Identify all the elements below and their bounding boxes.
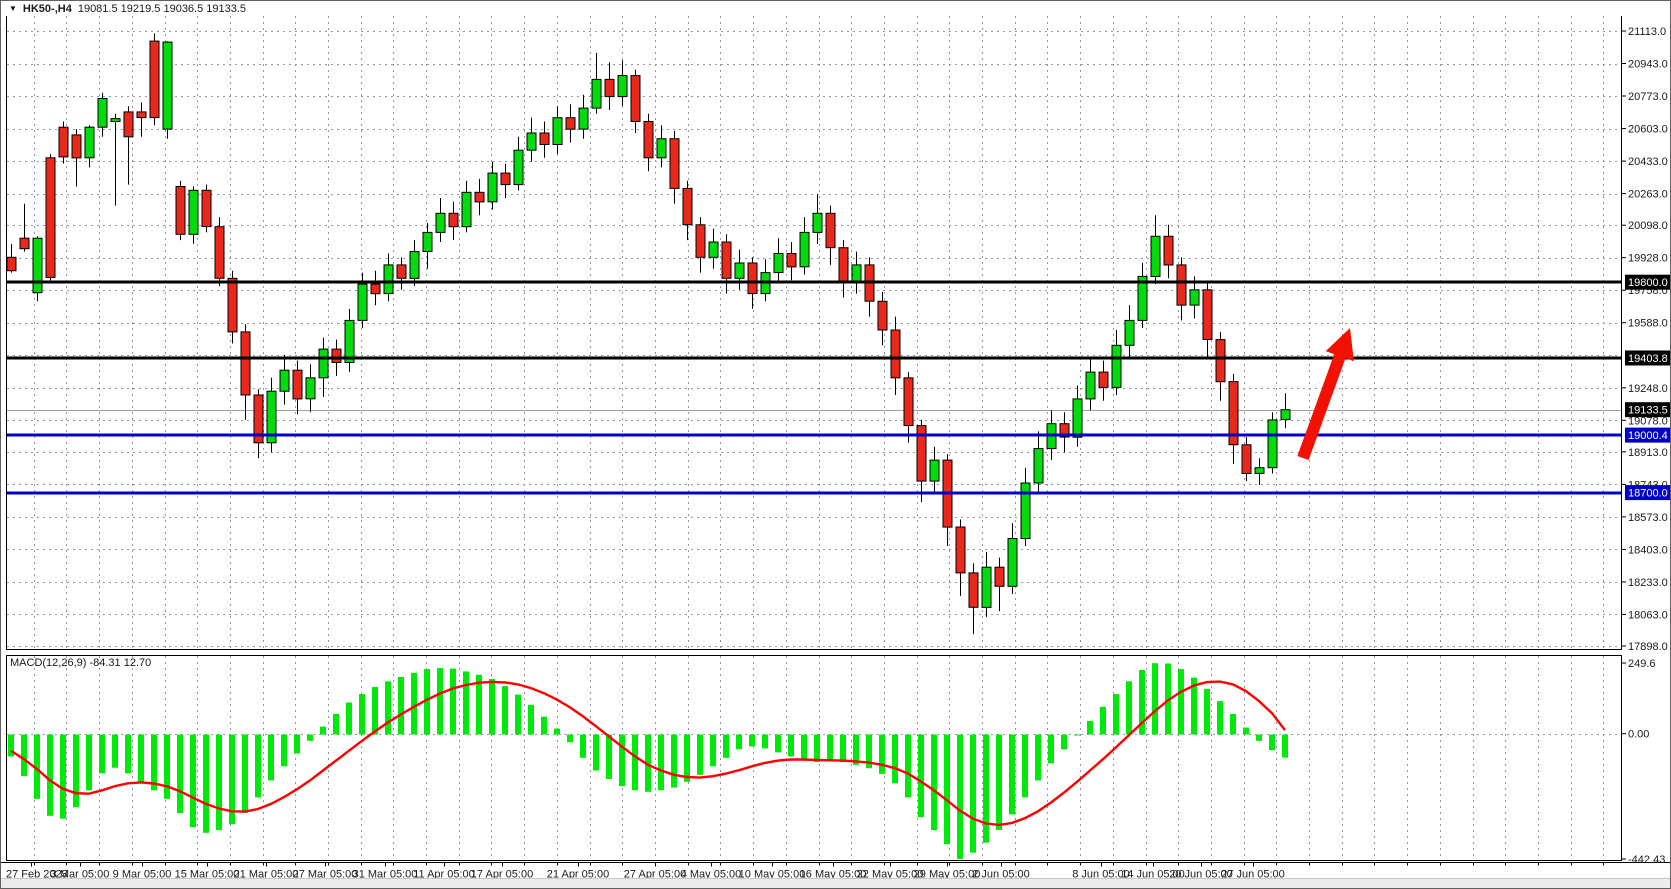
svg-text:20263.0: 20263.0	[1628, 189, 1668, 201]
svg-text:18700.0: 18700.0	[1628, 488, 1668, 500]
symbol-dropdown-icon[interactable]: ▼	[9, 5, 17, 13]
buy-signal-arrow[interactable]	[1303, 328, 1354, 458]
candlestick-chart-canvas[interactable]: 21113.0 20943.0 20773.0 20603.0 20433.0 20263…	[1, 1, 1671, 889]
svg-text:19800.0: 19800.0	[1628, 277, 1668, 289]
svg-text:20773.0: 20773.0	[1628, 91, 1668, 103]
svg-text:19000.4: 19000.4	[1628, 430, 1668, 442]
svg-text:19403.8: 19403.8	[1628, 353, 1668, 365]
macd-indicator-label: MACD(12,26,9) -84.31 12.70	[10, 657, 151, 669]
svg-text:21113.0: 21113.0	[1628, 26, 1666, 38]
svg-text:18403.0: 18403.0	[1628, 544, 1668, 556]
candlestick-layer	[7, 34, 1290, 635]
symbol-period-label: HK50-,H4	[23, 3, 72, 15]
window-footer-strip	[1, 878, 1670, 888]
pane-frames	[1, 16, 1671, 863]
svg-text:0.00: 0.00	[1628, 729, 1649, 741]
svg-text:249.6: 249.6	[1628, 658, 1656, 670]
svg-text:18573.0: 18573.0	[1628, 512, 1668, 524]
chart-window: ▼ HK50-,H4 19081.5 19219.5 19036.5 19133…	[0, 0, 1671, 889]
svg-text:20943.0: 20943.0	[1628, 59, 1668, 71]
svg-text:19248.0: 19248.0	[1628, 383, 1668, 395]
macd-axis[interactable]: 249.6 0.00 -442.43	[1621, 658, 1665, 866]
svg-text:19928.0: 19928.0	[1628, 253, 1668, 265]
grid-layer	[7, 16, 1621, 860]
macd-histogram-layer	[8, 663, 1288, 859]
svg-text:18233.0: 18233.0	[1628, 577, 1668, 589]
svg-text:20098.0: 20098.0	[1628, 220, 1668, 232]
svg-text:-442.43: -442.43	[1628, 854, 1665, 866]
chart-title-bar: ▼ HK50-,H4 19081.5 19219.5 19036.5 19133…	[1, 1, 1670, 16]
price-axis[interactable]: 21113.0 20943.0 20773.0 20603.0 20433.0 20263…	[1621, 26, 1668, 653]
svg-text:18913.0: 18913.0	[1628, 447, 1668, 459]
svg-text:19133.5: 19133.5	[1628, 405, 1668, 417]
svg-text:19588.0: 19588.0	[1628, 318, 1668, 330]
svg-text:18063.0: 18063.0	[1628, 609, 1668, 621]
svg-text:20433.0: 20433.0	[1628, 156, 1668, 168]
svg-text:20603.0: 20603.0	[1628, 124, 1668, 136]
svg-text:17898.0: 17898.0	[1628, 641, 1668, 653]
ohlc-values: 19081.5 19219.5 19036.5 19133.5	[78, 3, 246, 15]
